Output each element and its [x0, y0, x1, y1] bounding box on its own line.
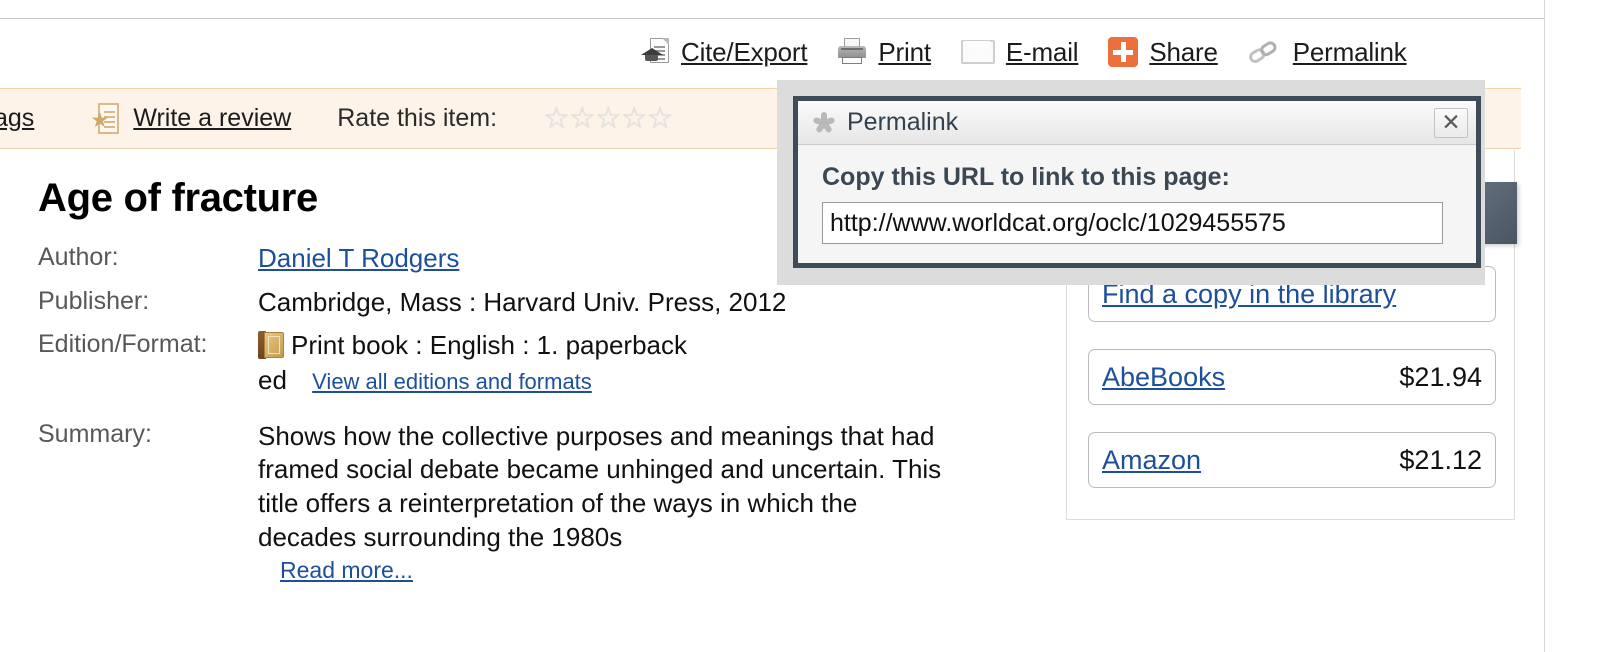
print-book-icon	[258, 331, 284, 360]
author-label: Author:	[38, 243, 119, 271]
rating-star-1[interactable]: ☆	[543, 103, 570, 134]
permalink-button[interactable]: Permalink	[1246, 36, 1407, 68]
amazon-link[interactable]: Amazon	[1102, 445, 1201, 476]
amazon-price: $21.12	[1399, 444, 1482, 475]
write-review-link[interactable]: Write a review	[133, 104, 291, 133]
rating-star-3[interactable]: ☆	[595, 103, 622, 134]
permalink-prompt: Copy this URL to link to this page:	[822, 163, 1230, 191]
email-label: E-mail	[1005, 36, 1079, 67]
rating-star-2[interactable]: ☆	[569, 103, 596, 134]
permalink-pinwheel-icon	[812, 111, 836, 135]
author-link[interactable]: Daniel T Rodgers	[258, 243, 459, 273]
permalink-dialog-titlebar: Permalink ✕	[798, 101, 1476, 145]
permalink-dialog: Permalink ✕ Copy this URL to link to thi…	[793, 96, 1481, 268]
permalink-dialog-title: Permalink	[847, 108, 959, 136]
close-icon[interactable]: ✕	[1434, 107, 1468, 138]
cite-export-icon	[640, 37, 670, 67]
record-row-edition: Edition/Format: Print book : English : 1…	[38, 330, 1038, 395]
cite-export-label: Cite/Export	[681, 36, 808, 67]
chain-link-icon	[1246, 39, 1282, 66]
print-icon	[837, 38, 867, 66]
edition-format-label: Edition/Format:	[38, 330, 208, 359]
page-right-border	[1544, 0, 1545, 652]
share-button[interactable]: Share	[1108, 36, 1218, 68]
share-label: Share	[1149, 36, 1218, 67]
tags-link[interactable]: ags	[0, 104, 34, 133]
record-row-publisher: Publisher: Cambridge, Mass : Harvard Uni…	[38, 287, 1038, 318]
top-divider	[0, 18, 1545, 19]
permalink-url-input[interactable]	[822, 202, 1443, 244]
rating-stars[interactable]: ☆ ☆ ☆ ☆ ☆	[543, 103, 674, 134]
print-button[interactable]: Print	[837, 36, 931, 68]
publisher-label: Publisher:	[38, 286, 150, 315]
record-row-summary: Summary: Shows how the collective purpos…	[38, 420, 1038, 584]
print-label: Print	[878, 36, 931, 67]
publisher-value: Cambridge, Mass : Harvard Univ. Press, 2…	[258, 286, 787, 317]
action-toolbar: Cite/Export Print E-mail Share Permalink	[640, 26, 1407, 78]
amazon-offer-box[interactable]: Amazon $21.12	[1088, 432, 1496, 488]
abebooks-link[interactable]: AbeBooks	[1102, 362, 1225, 393]
permalink-dialog-body: Copy this URL to link to this page:	[798, 145, 1476, 244]
view-all-editions-link[interactable]: View all editions and formats	[312, 369, 592, 394]
share-plus-icon	[1108, 37, 1139, 67]
rating-star-5[interactable]: ☆	[647, 103, 674, 134]
summary-label: Summary:	[38, 419, 152, 448]
worldcat-record-page: Cite/Export Print E-mail Share Permalink…	[0, 0, 1600, 652]
abebooks-offer-box[interactable]: AbeBooks $21.94	[1088, 349, 1496, 405]
rating-star-4[interactable]: ☆	[621, 103, 648, 134]
read-more-link[interactable]: Read more...	[280, 557, 413, 584]
summary-text: Shows how the collective purposes and me…	[258, 420, 942, 553]
abebooks-price: $21.94	[1399, 361, 1482, 392]
rate-this-item-label: Rate this item:	[337, 104, 498, 132]
edition-format-continued: ed	[258, 365, 287, 396]
email-icon	[960, 40, 995, 64]
offer-list: Find a copy in the library AbeBooks $21.…	[1088, 266, 1496, 515]
cite-export-button[interactable]: Cite/Export	[640, 36, 808, 68]
edition-format-value: Print book : English : 1. paperback	[291, 330, 688, 361]
write-review-icon: ★	[90, 102, 120, 135]
permalink-label: Permalink	[1292, 36, 1407, 67]
email-button[interactable]: E-mail	[960, 36, 1079, 68]
